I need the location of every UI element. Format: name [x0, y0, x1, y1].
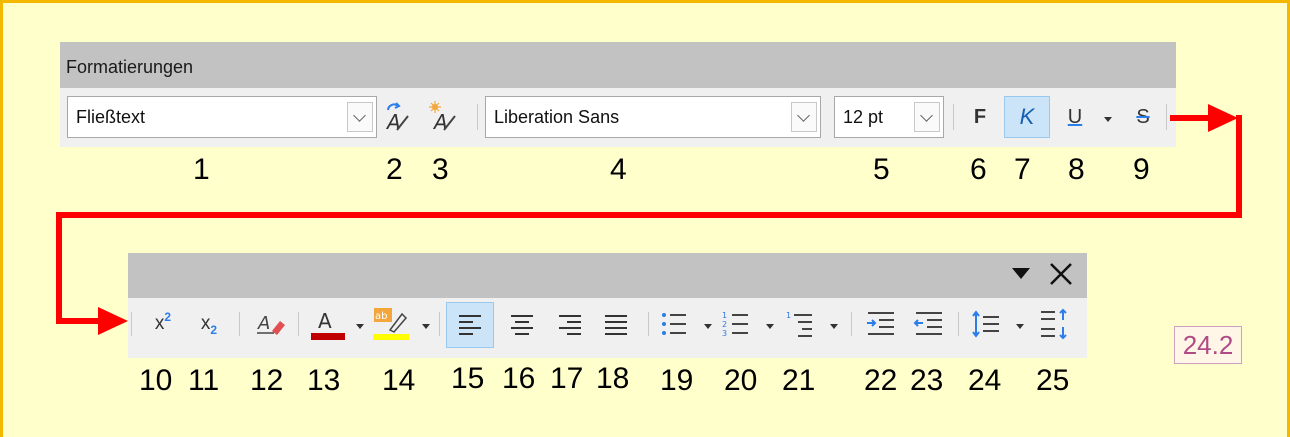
dropdown-arrow-icon[interactable]	[1016, 324, 1024, 329]
paragraph-spacing-icon[interactable]	[1034, 302, 1074, 346]
connector-line	[1236, 115, 1242, 217]
strike-label: S	[1136, 105, 1150, 128]
separator	[439, 312, 440, 336]
svg-text:3: 3	[722, 329, 727, 338]
strikethrough-icon[interactable]: S	[1128, 98, 1158, 136]
svg-text:1: 1	[786, 311, 791, 320]
toolbar-title-bar: Formatierungen	[60, 42, 1176, 88]
callout-number: 13	[307, 364, 341, 397]
callout-number: 16	[502, 362, 536, 395]
svg-text:A: A	[385, 110, 401, 134]
clear-formatting-icon[interactable]: A	[252, 306, 288, 342]
callout-number: 5	[873, 153, 890, 186]
svg-text:A: A	[432, 110, 448, 134]
page-number-badge: 24.2	[1174, 326, 1242, 364]
dropdown-arrow-icon[interactable]	[356, 324, 364, 329]
svg-text:2: 2	[722, 320, 727, 329]
underline-icon[interactable]: U	[1060, 98, 1090, 136]
font-color-icon[interactable]: A	[308, 304, 348, 344]
decrease-indent-icon[interactable]	[910, 304, 948, 344]
callout-number: 7	[1014, 153, 1031, 186]
separator	[477, 104, 478, 130]
toolbar-title: Formatierungen	[66, 57, 194, 77]
align-right-icon[interactable]	[550, 302, 590, 348]
chevron-down-icon[interactable]	[347, 102, 373, 132]
callout-number: 17	[550, 362, 584, 395]
svg-text:A: A	[318, 309, 332, 333]
separator	[298, 312, 299, 336]
callout-number: 6	[970, 153, 987, 186]
paragraph-style-value: Fließtext	[76, 107, 146, 127]
separator	[851, 312, 852, 336]
dropdown-arrow-icon[interactable]	[704, 324, 712, 329]
bullet-list-icon[interactable]	[656, 304, 692, 344]
callout-number: 12	[250, 364, 284, 397]
callout-number: 20	[724, 364, 758, 397]
dropdown-arrow-icon[interactable]	[1012, 268, 1030, 279]
callout-number: 14	[382, 364, 416, 397]
callout-number: 23	[910, 364, 944, 397]
svg-text:ab: ab	[375, 311, 387, 322]
callout-number: 18	[596, 362, 630, 395]
connector-line	[56, 212, 62, 322]
dropdown-arrow-icon[interactable]	[422, 324, 430, 329]
font-name-value: Liberation Sans	[494, 107, 620, 127]
callout-number: 11	[188, 364, 220, 397]
justify-icon[interactable]	[596, 302, 636, 348]
callout-number: 22	[864, 364, 898, 397]
font-size-combo[interactable]: 12 pt	[834, 96, 944, 138]
update-style-icon[interactable]: A	[382, 98, 412, 136]
dropdown-arrow-icon[interactable]	[766, 324, 774, 329]
chevron-down-icon[interactable]	[914, 102, 940, 132]
increase-indent-icon[interactable]	[862, 304, 900, 344]
callout-number: 10	[139, 364, 173, 397]
toolbar-title-bar	[128, 253, 1087, 298]
align-center-icon[interactable]	[502, 302, 542, 348]
subscript-icon[interactable]: x2	[192, 306, 226, 342]
callout-number: 15	[451, 362, 485, 395]
callout-number: 2	[386, 153, 403, 186]
callout-number: 19	[660, 364, 694, 397]
close-icon[interactable]	[1048, 261, 1074, 287]
separator	[1166, 104, 1167, 130]
separator	[239, 312, 240, 336]
callout-number: 25	[1036, 364, 1070, 397]
font-name-combo[interactable]: Liberation Sans	[485, 96, 821, 138]
connector-arrowhead	[98, 307, 128, 335]
callout-number: 3	[432, 153, 449, 186]
separator	[648, 312, 649, 336]
font-size-value: 12 pt	[843, 107, 884, 127]
highlight-icon[interactable]: ab	[370, 304, 412, 344]
align-left-icon[interactable]	[446, 302, 494, 348]
new-style-icon[interactable]: A	[426, 98, 460, 136]
callout-number: 8	[1068, 153, 1085, 186]
numbered-list-icon[interactable]: 1 2 3	[718, 304, 754, 344]
callout-number: 21	[782, 364, 816, 397]
line-spacing-icon[interactable]	[966, 304, 1004, 344]
callout-number: 9	[1133, 153, 1150, 186]
outline-list-icon[interactable]: 1	[782, 304, 818, 344]
callout-number: 1	[193, 153, 210, 186]
superscript-icon[interactable]: x2	[146, 306, 180, 342]
bold-label: F	[973, 105, 987, 128]
svg-text:A: A	[257, 313, 270, 334]
italic-label: K	[1019, 104, 1035, 129]
callout-number: 24	[968, 364, 1002, 397]
connector-line	[56, 212, 1242, 218]
separator	[131, 312, 132, 336]
dropdown-arrow-icon[interactable]	[830, 324, 838, 329]
svg-text:1: 1	[722, 311, 727, 320]
separator	[953, 104, 954, 130]
bold-icon[interactable]: F	[964, 98, 996, 136]
connector-line	[56, 318, 102, 324]
paragraph-style-combo[interactable]: Fließtext	[67, 96, 377, 138]
italic-icon[interactable]: K	[1004, 96, 1050, 138]
chevron-down-icon[interactable]	[791, 102, 817, 132]
underline-label: U	[1067, 105, 1083, 128]
callout-number: 4	[610, 153, 627, 186]
dropdown-arrow-icon[interactable]	[1104, 117, 1112, 122]
separator	[958, 312, 959, 336]
